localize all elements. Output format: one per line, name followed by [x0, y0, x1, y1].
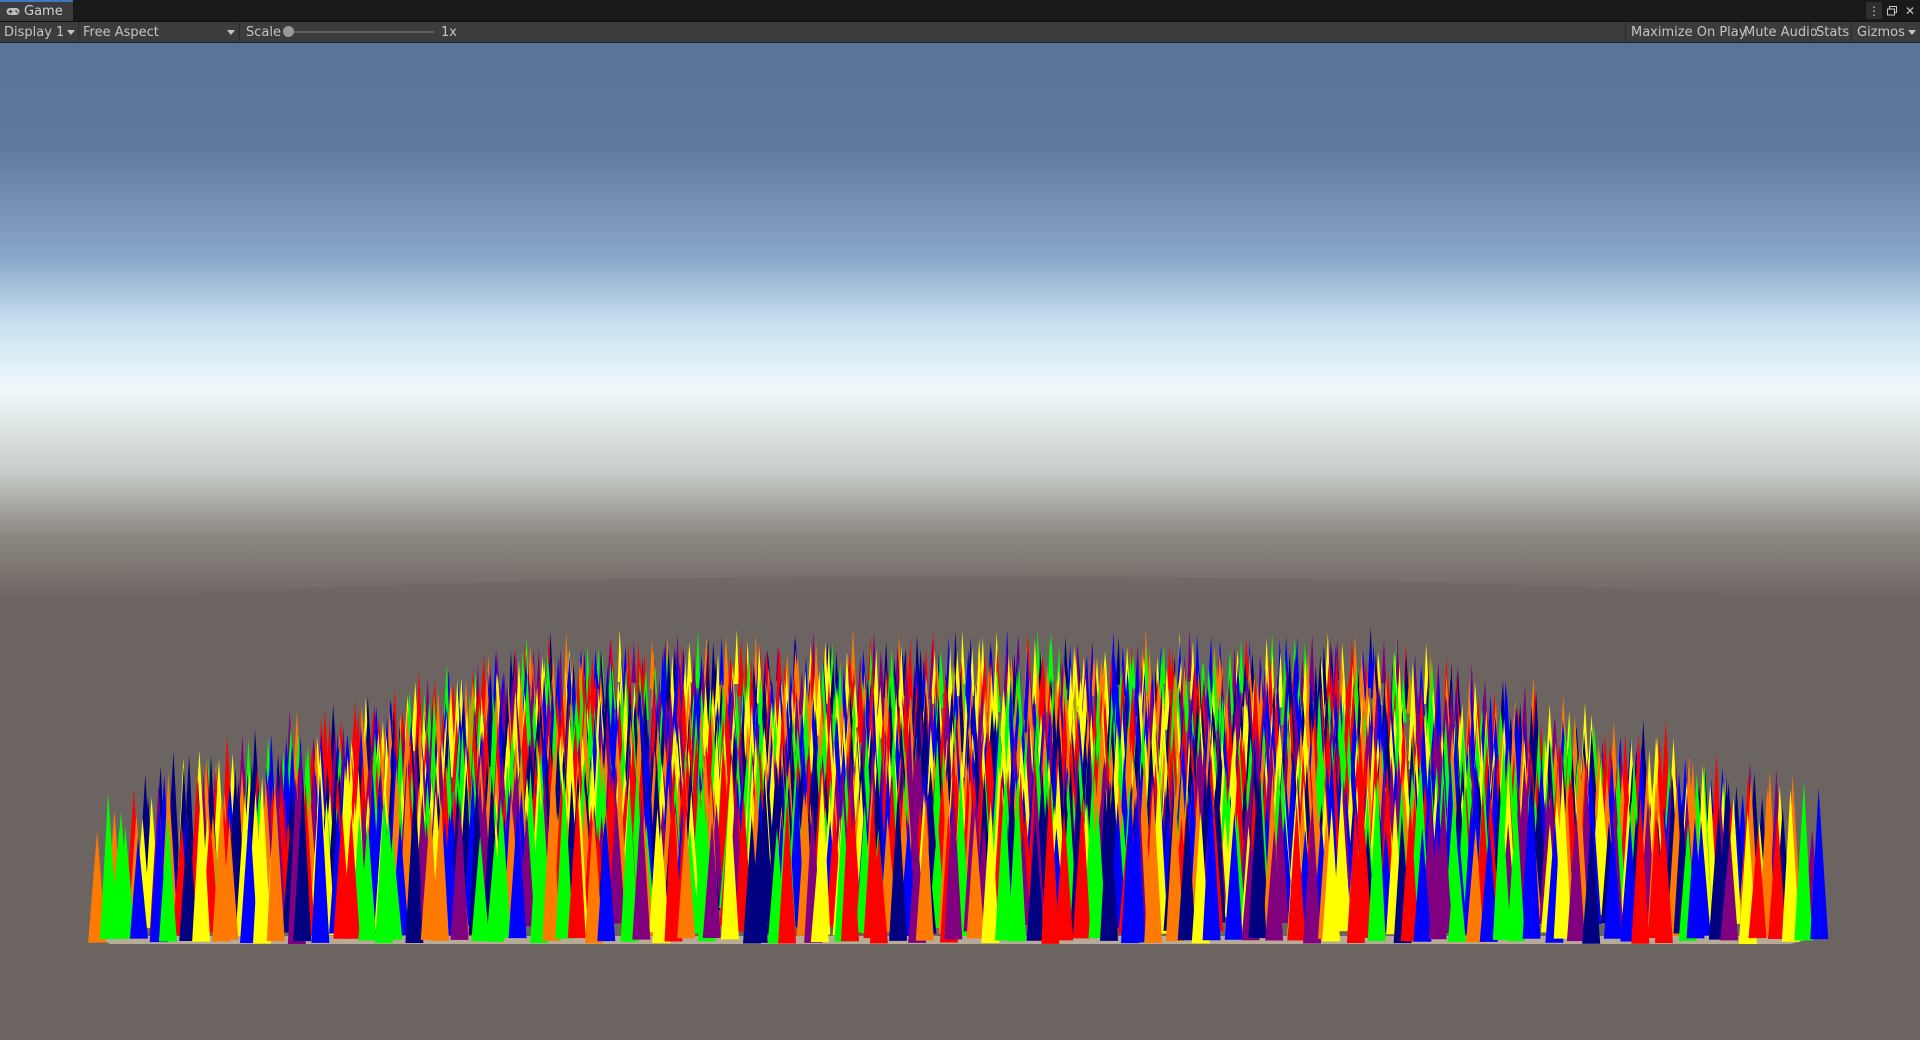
chevron-down-icon — [227, 30, 235, 35]
scale-slider-track[interactable] — [289, 31, 434, 33]
game-view-viewport[interactable] — [0, 43, 1920, 1040]
tab-game-label: Game — [24, 4, 63, 19]
maximize-window-icon[interactable] — [1884, 2, 1900, 19]
sky — [0, 43, 1920, 603]
window-controls: ⋮ ✕ — [1866, 1, 1918, 20]
stats-toggle[interactable]: Stats — [1810, 22, 1854, 42]
aspect-dropdown-label: Free Aspect — [83, 24, 159, 40]
gizmos-dropdown-icon[interactable] — [1908, 30, 1916, 35]
scale-label: Scale — [246, 24, 281, 40]
toolbar-divider — [239, 22, 240, 42]
chevron-down-icon — [67, 30, 75, 35]
scale-slider-thumb[interactable] — [283, 26, 294, 37]
gamepad-icon — [6, 7, 20, 16]
game-scene — [0, 43, 1920, 1040]
editor-tab-bar: Game ⋮ ✕ — [0, 0, 1920, 22]
gizmos-label: Gizmos — [1857, 24, 1905, 40]
tab-game[interactable]: Game — [0, 0, 73, 21]
aspect-dropdown[interactable]: Free Aspect — [79, 22, 239, 42]
scale-value: 1x — [441, 24, 457, 40]
display-dropdown-label: Display 1 — [4, 24, 65, 40]
close-icon[interactable]: ✕ — [1902, 2, 1918, 19]
more-options-icon[interactable]: ⋮ — [1866, 2, 1882, 19]
display-dropdown[interactable]: Display 1 — [0, 22, 78, 42]
maximize-on-play-toggle[interactable]: Maximize On Play — [1625, 22, 1751, 42]
